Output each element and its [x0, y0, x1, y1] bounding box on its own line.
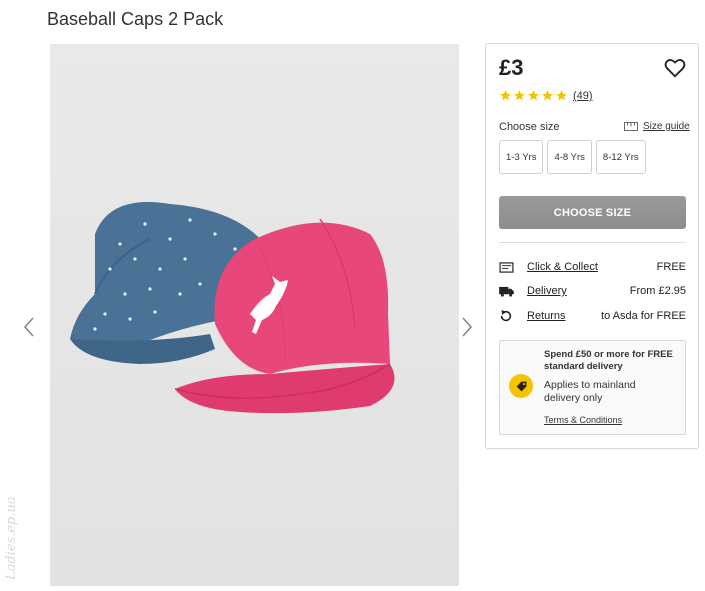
- promo-headline: Spend £50 or more for FREE standard deli…: [544, 349, 673, 372]
- page-title: Baseball Caps 2 Pack: [47, 9, 224, 29]
- delivery-truck-icon: [499, 284, 515, 298]
- promo-body: Applies to mainland delivery only: [544, 379, 636, 404]
- star-icon: [514, 90, 525, 101]
- next-image-arrow-icon[interactable]: [460, 316, 480, 340]
- choose-size-label: Choose size: [499, 121, 560, 133]
- returns-link[interactable]: Returns: [527, 310, 566, 322]
- click-collect-value: FREE: [656, 261, 686, 273]
- favourite-heart-icon[interactable]: [664, 57, 686, 79]
- size-option[interactable]: 8-12 Yrs: [595, 140, 646, 174]
- delivery-link[interactable]: Delivery: [527, 285, 567, 297]
- product-image: [50, 44, 459, 586]
- ruler-icon: [624, 122, 638, 131]
- click-collect-link[interactable]: Click & Collect: [527, 261, 598, 273]
- star-icon: [500, 90, 511, 101]
- returns-icon: [499, 309, 515, 323]
- rating-stars: [499, 89, 568, 102]
- star-icon: [556, 90, 567, 101]
- watermark: Ladies.ep.ua: [4, 496, 19, 580]
- star-icon: [528, 90, 539, 101]
- price: £3: [499, 55, 524, 80]
- size-guide-link[interactable]: Size guide: [624, 121, 690, 132]
- size-option[interactable]: 4-8 Yrs: [547, 140, 592, 174]
- delivery-row-delivery: Delivery From £2.95: [499, 282, 686, 300]
- price-tag-icon: [509, 374, 533, 398]
- buy-box: £3 (49) Choose size Size guide 1-3 Yrs 4…: [485, 43, 699, 449]
- delivery-row-click-collect: Click & Collect FREE: [499, 258, 686, 276]
- size-guide-label: Size guide: [643, 121, 690, 132]
- star-icon: [542, 90, 553, 101]
- delivery-promo-box: Spend £50 or more for FREE standard deli…: [499, 340, 686, 435]
- review-count-link[interactable]: (49): [573, 90, 593, 102]
- choose-size-button[interactable]: CHOOSE SIZE: [499, 196, 686, 229]
- size-options: 1-3 Yrs 4-8 Yrs 8-12 Yrs: [499, 140, 646, 174]
- click-collect-icon: [499, 260, 515, 274]
- previous-image-arrow-icon[interactable]: [22, 316, 42, 340]
- delivery-value: From £2.95: [629, 285, 686, 297]
- terms-conditions-link[interactable]: Terms & Conditions: [544, 415, 622, 425]
- size-option[interactable]: 1-3 Yrs: [499, 140, 544, 174]
- delivery-row-returns: Returns to Asda for FREE: [499, 307, 686, 325]
- divider: [499, 242, 686, 243]
- returns-value: to Asda for FREE: [601, 310, 686, 322]
